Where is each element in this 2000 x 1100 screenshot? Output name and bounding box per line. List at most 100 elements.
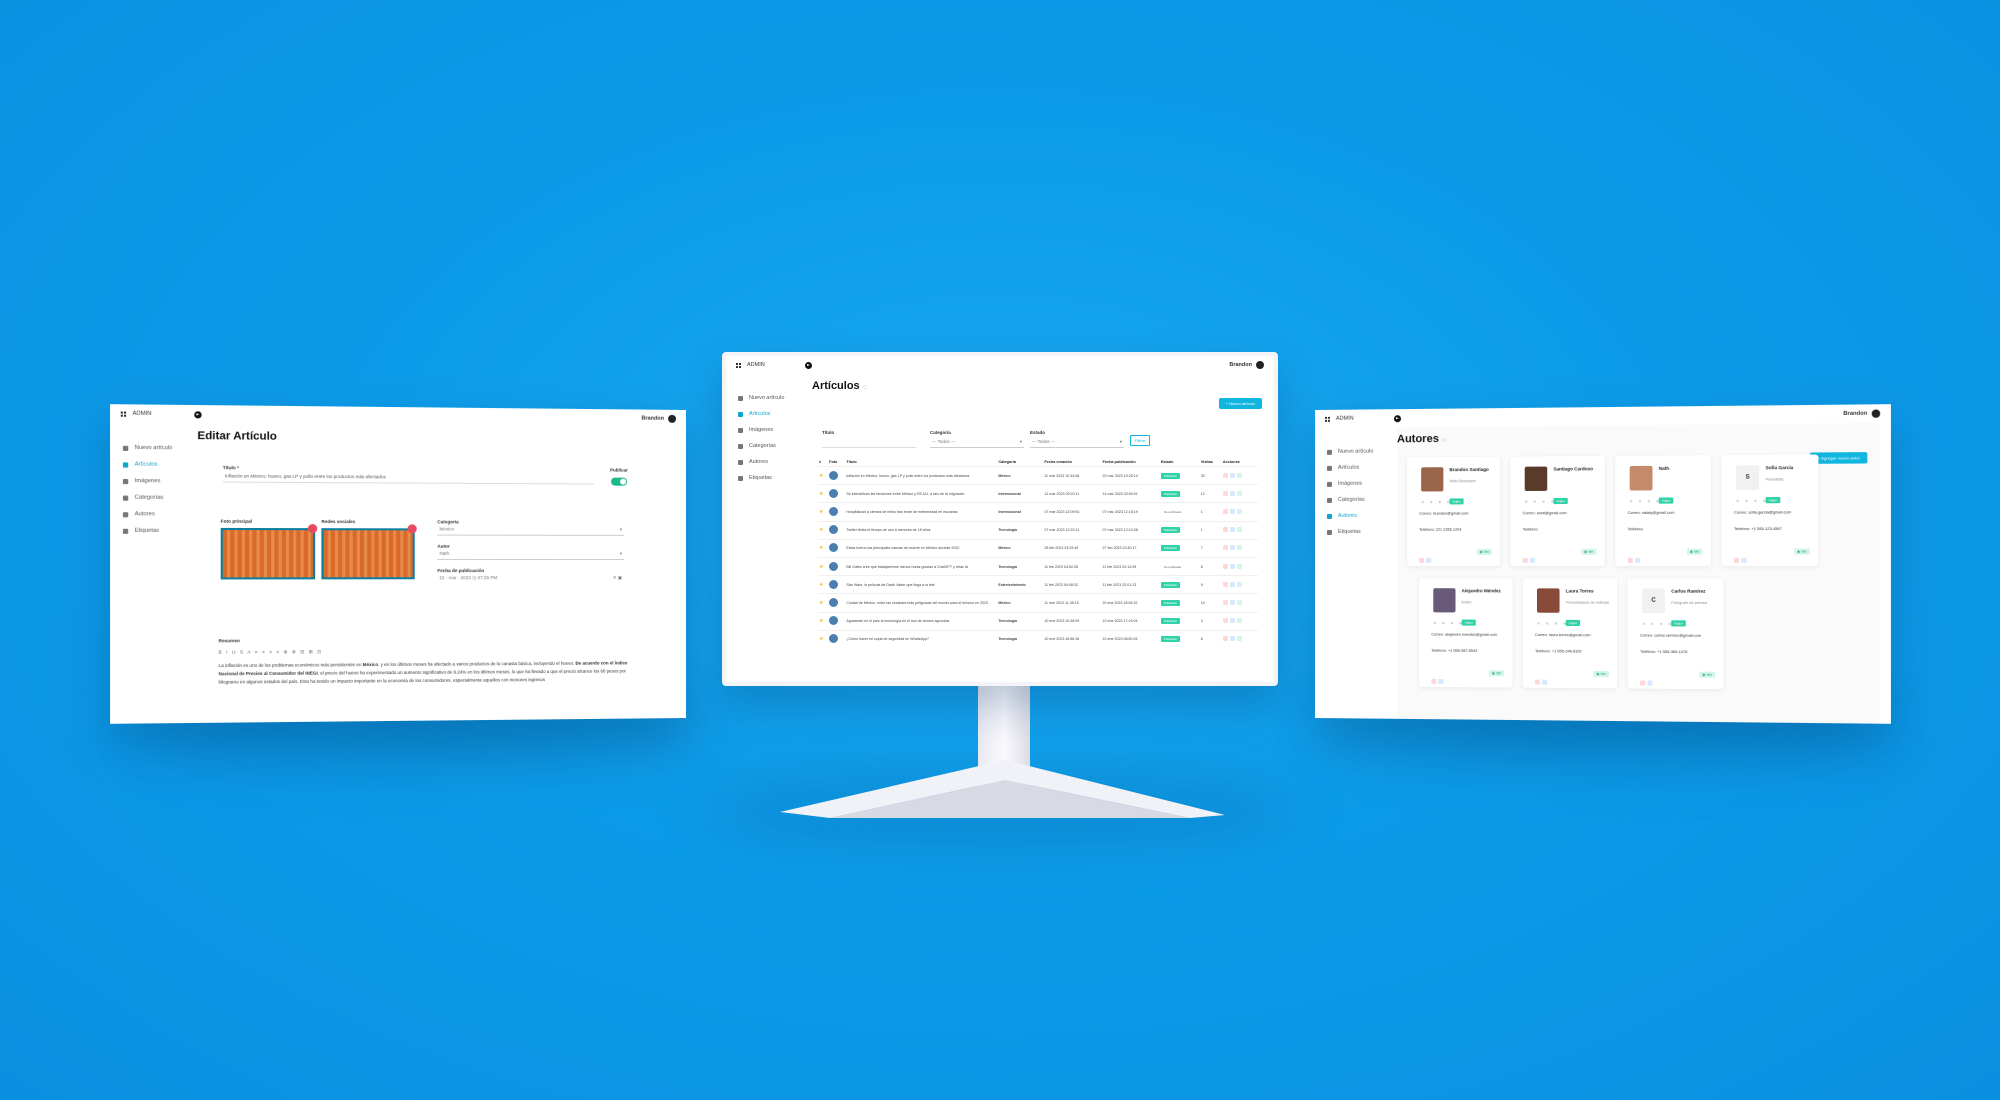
sidebar-item-images[interactable]: Imágenes (1315, 476, 1395, 492)
view-button[interactable]: ◉ Ver (1793, 548, 1810, 555)
sidebar-item-articles[interactable]: Artículos (1315, 459, 1395, 476)
title-input[interactable]: Inflación en México: huevo, gas LP y pol… (222, 470, 594, 485)
delete-icon[interactable] (1222, 472, 1228, 478)
new-article-button[interactable]: + Nuevo artículo (1218, 398, 1262, 409)
edit-icon[interactable] (1426, 557, 1432, 563)
avatar[interactable] (1256, 361, 1264, 369)
delete-icon[interactable] (1222, 581, 1228, 587)
edit-icon[interactable] (1229, 490, 1235, 496)
table-row[interactable]: ★ Inflación en México: huevo, gas LP y po… (818, 465, 1258, 485)
table-row[interactable]: ★ Se intensifican las tensiones entre Méx… (818, 484, 1258, 503)
social-icons[interactable]: ● ● ● ● ● (1642, 621, 1682, 627)
toggle-sidebar-icon[interactable] (1393, 414, 1401, 422)
sidebar-item-new-article[interactable]: Nuevo artículo (1315, 443, 1395, 460)
view-button[interactable]: ◉ Ver (1593, 670, 1609, 678)
delete-icon[interactable] (1733, 557, 1740, 563)
sidebar-item-tags[interactable]: Etiquetas (110, 522, 195, 539)
favorite-star-icon[interactable]: ★ (818, 593, 829, 612)
social-icons[interactable]: ● ● ● ● ● (1433, 620, 1472, 626)
delete-icon[interactable] (1534, 679, 1541, 685)
sidebar-item-authors[interactable]: Autores (1315, 508, 1395, 524)
view-icon[interactable] (1236, 508, 1242, 514)
table-row[interactable]: ★ Twitter limita el tiempo de uso a menor… (818, 520, 1258, 540)
sidebar-item-categories[interactable]: Categorías (1315, 492, 1395, 508)
table-row[interactable]: ★ Estas fueron las principales causas de … (818, 538, 1258, 558)
edit-icon[interactable] (1229, 636, 1235, 642)
view-icon[interactable] (1236, 636, 1242, 642)
table-row[interactable]: ★ Ciudad de México, entre las ciudades má… (818, 593, 1258, 612)
sidebar-item-new-article[interactable]: Nuevo artículo (726, 390, 802, 406)
view-icon[interactable] (1236, 490, 1242, 496)
delete-icon[interactable] (1222, 527, 1228, 533)
favorite-star-icon[interactable]: ★ (818, 502, 829, 522)
edit-icon[interactable] (1229, 545, 1235, 551)
delete-photo-icon[interactable] (307, 524, 318, 534)
filter-category-select[interactable]: --- Todos --- ▾ (930, 437, 1024, 448)
sidebar-item-new-article[interactable]: Nuevo artículo (110, 439, 195, 456)
social-icons[interactable]: ● ● ● ● ● (1630, 499, 1670, 505)
publish-toggle[interactable] (610, 477, 627, 486)
delete-icon[interactable] (1627, 557, 1633, 563)
edit-icon[interactable] (1229, 618, 1235, 624)
delete-icon[interactable] (1222, 563, 1228, 569)
social-icons[interactable]: ● ● ● ● ● (1537, 621, 1577, 627)
edit-icon[interactable] (1438, 678, 1444, 685)
edit-icon[interactable] (1542, 679, 1548, 685)
view-icon[interactable] (1236, 581, 1242, 587)
table-row[interactable]: ★ Bill Gates cree que trabajaremos menos … (818, 556, 1258, 576)
sidebar-item-images[interactable]: Imágenes (726, 422, 802, 438)
delete-icon[interactable] (1222, 490, 1228, 496)
filter-title-input[interactable] (822, 437, 916, 448)
date-input[interactable]: 22 - mar - 2023 ◷ 07:25 PM ✕ ▣ (437, 573, 624, 583)
view-icon[interactable] (1236, 599, 1242, 605)
delete-icon[interactable] (1222, 636, 1228, 642)
calendar-icon[interactable]: ✕ ▣ (613, 575, 622, 581)
favorite-star-icon[interactable]: ★ (818, 629, 829, 648)
favorite-star-icon[interactable]: ★ (818, 575, 829, 594)
user-name[interactable]: Brandon (641, 416, 664, 422)
delete-icon[interactable] (1222, 508, 1228, 514)
view-icon[interactable] (1236, 472, 1242, 478)
social-icons[interactable]: ● ● ● ● ● (1736, 498, 1777, 504)
table-row[interactable]: ★ ¿Cómo hacer mi copia de seguridad en Wh… (818, 629, 1258, 648)
toggle-sidebar-icon[interactable] (804, 361, 812, 369)
article-title[interactable]: Agraderán en el país la tecnología en el… (845, 611, 998, 631)
sidebar-item-articles[interactable]: Artículos (726, 406, 802, 422)
edit-icon[interactable] (1229, 508, 1235, 514)
article-title[interactable]: Bill Gates cree que trabajaremos menos h… (845, 556, 998, 576)
view-icon[interactable] (1236, 527, 1242, 533)
sidebar-item-tags[interactable]: Etiquetas (726, 470, 802, 486)
edit-icon[interactable] (1529, 557, 1535, 563)
sidebar-item-categories[interactable]: Categorías (726, 438, 802, 454)
article-title[interactable]: Star Wars: la película de Darth Vader qu… (845, 575, 998, 594)
avatar[interactable] (668, 414, 677, 423)
social-icons[interactable]: ● ● ● ● ● (1525, 499, 1565, 505)
avatar[interactable] (1871, 409, 1881, 418)
favorite-star-icon[interactable]: ★ (818, 520, 829, 540)
social-icons[interactable]: ● ● ● ● ● (1421, 499, 1460, 505)
favorite-star-icon[interactable]: ★ (818, 611, 829, 631)
add-author-button[interactable]: + Agregar nuevo autor (1810, 452, 1868, 464)
category-select[interactable]: México ▾ (437, 524, 625, 536)
sidebar-item-categories[interactable]: Categorías (110, 489, 195, 506)
edit-icon[interactable] (1229, 563, 1235, 569)
view-icon[interactable] (1236, 545, 1242, 551)
table-row[interactable]: ★ Agraderán en el país la tecnología en e… (818, 611, 1258, 631)
edit-icon[interactable] (1229, 599, 1235, 605)
delete-icon[interactable] (1522, 557, 1528, 563)
user-name[interactable]: Brandon (1843, 411, 1867, 417)
edit-icon[interactable] (1647, 680, 1653, 686)
editor-toolbar[interactable]: B I U S A ≡ ≡ ≡ ≡ ⊕ ⊗ ⊟ ⊞ ⊡ (219, 647, 631, 655)
edit-icon[interactable] (1741, 557, 1747, 563)
table-row[interactable]: ★ Hospitalizan a cientos de niños tras br… (818, 502, 1258, 522)
article-title[interactable]: Twitter limita el tiempo de uso a menore… (845, 520, 998, 540)
view-button[interactable]: ◉ Ver (1580, 548, 1597, 555)
edit-icon[interactable] (1229, 581, 1235, 587)
view-icon[interactable] (1236, 618, 1242, 624)
sidebar-item-tags[interactable]: Etiquetas (1315, 524, 1395, 540)
sidebar-item-articles[interactable]: Artículos (110, 456, 195, 473)
article-title[interactable]: ¿Cómo hacer mi copia de seguridad en Wha… (845, 629, 998, 648)
sidebar-item-authors[interactable]: Autores (110, 506, 195, 523)
delete-icon[interactable] (1431, 678, 1437, 684)
delete-icon[interactable] (1640, 680, 1646, 686)
